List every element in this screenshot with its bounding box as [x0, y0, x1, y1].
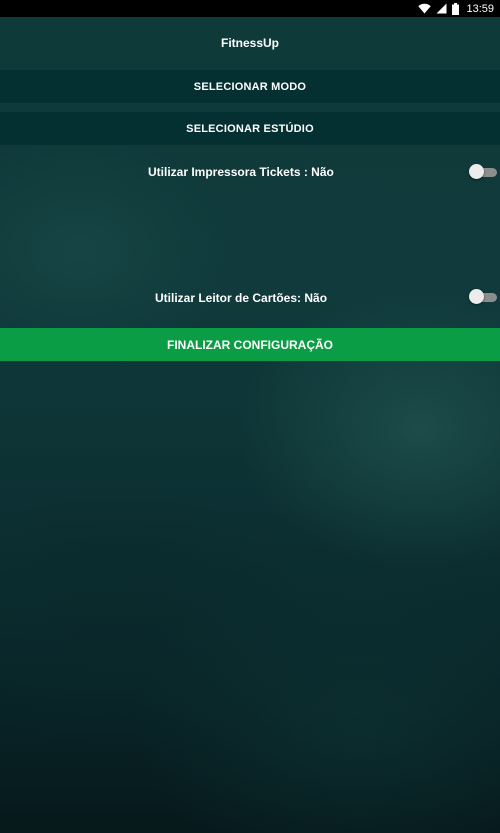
finish-configuration-button[interactable]: FINALIZAR CONFIGURAÇÃO — [0, 328, 500, 361]
finish-configuration-label: FINALIZAR CONFIGURAÇÃO — [167, 337, 333, 352]
card-reader-toggle-thumb — [469, 289, 484, 304]
select-mode-label: SELECIONAR MODO — [193, 80, 307, 93]
printer-setting-row: Utilizar Impressora Tickets : Não — [0, 160, 500, 184]
status-time: 13:59 — [466, 2, 494, 15]
wifi-icon — [418, 3, 432, 14]
signal-icon — [436, 3, 447, 14]
battery-icon — [452, 2, 460, 15]
select-mode-button[interactable]: SELECIONAR MODO — [0, 70, 500, 103]
select-studio-label: SELECIONAR ESTÚDIO — [186, 122, 314, 135]
card-reader-toggle[interactable] — [469, 287, 497, 307]
select-studio-button[interactable]: SELECIONAR ESTÚDIO — [0, 112, 500, 145]
printer-toggle-thumb — [469, 164, 484, 179]
card-reader-setting-label: Utilizar Leitor de Cartões: Não — [155, 291, 328, 305]
card-reader-setting-row: Utilizar Leitor de Cartões: Não — [0, 286, 500, 310]
app-title: FitnessUp — [220, 36, 279, 50]
status-bar: 13:59 — [0, 0, 500, 17]
printer-setting-label: Utilizar Impressora Tickets : Não — [148, 165, 334, 179]
printer-toggle[interactable] — [469, 162, 497, 182]
